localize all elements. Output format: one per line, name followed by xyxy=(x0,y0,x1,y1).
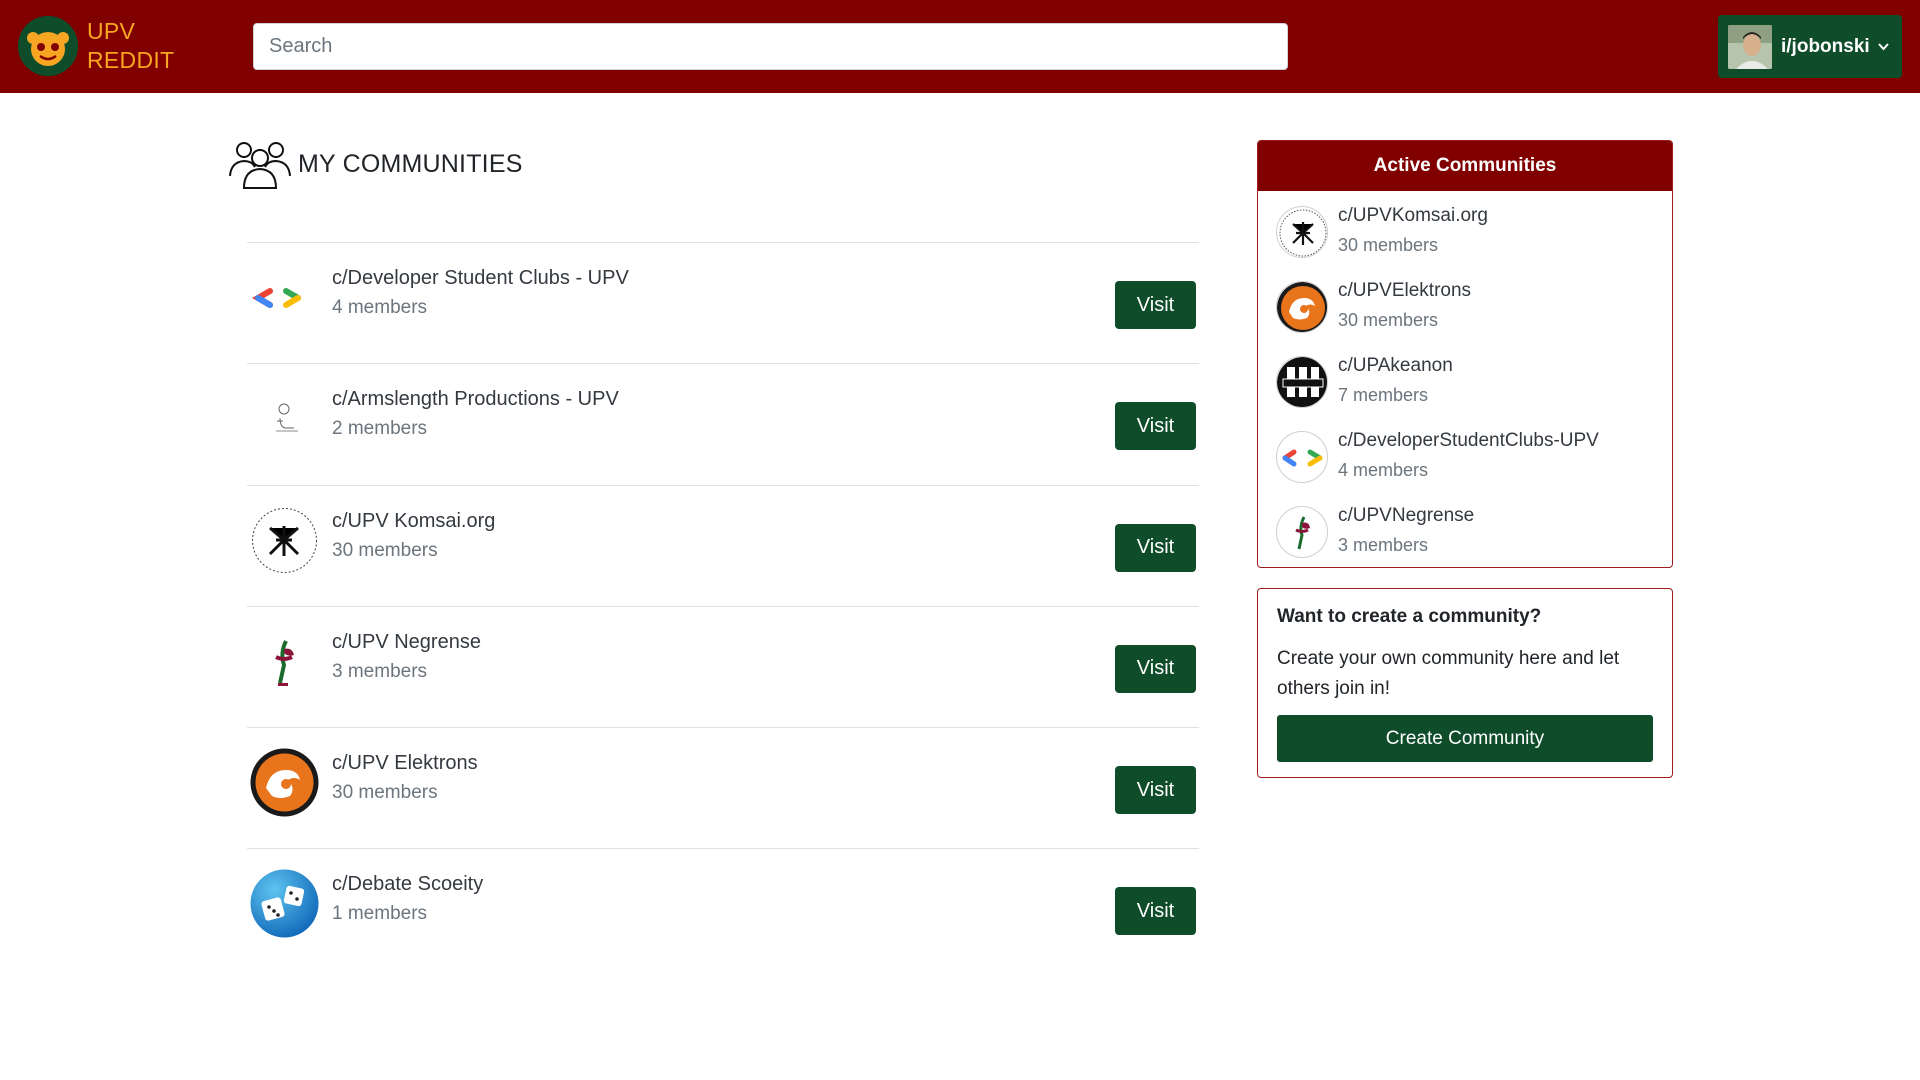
visit-button[interactable]: Visit xyxy=(1115,281,1196,329)
community-row: c/UPV Komsai.org 30 members Visit xyxy=(247,486,1199,607)
community-row: c/Debate Scoeity 1 members Visit xyxy=(247,849,1199,970)
active-community-members: 7 members xyxy=(1338,385,1429,405)
search-input[interactable] xyxy=(253,23,1288,70)
create-community-card: Want to create a community? Create your … xyxy=(1257,588,1673,778)
active-communities-card: Active Communities c/UPVKomsai.org 30 me… xyxy=(1257,140,1673,568)
active-community-members: 30 members xyxy=(1338,310,1439,330)
active-community-item[interactable]: c/UPAkeanon 7 members xyxy=(1258,341,1672,416)
community-members: 30 members xyxy=(332,782,438,804)
community-name[interactable]: c/UPV Komsai.org xyxy=(332,510,495,533)
user-avatar xyxy=(1728,24,1772,69)
visit-button[interactable]: Visit xyxy=(1115,523,1196,572)
community-members: 3 members xyxy=(332,660,428,682)
reddit-alien-logo xyxy=(18,16,78,76)
negrense-logo-icon xyxy=(1276,506,1328,558)
community-name[interactable]: c/UPV Negrense xyxy=(332,631,481,654)
dsc-logo-icon xyxy=(250,263,319,332)
create-community-text: Create your own community here and let o… xyxy=(1277,648,1620,699)
create-community-title: Want to create a community? xyxy=(1277,606,1542,627)
community-name[interactable]: c/Armslength Productions - UPV xyxy=(332,388,619,411)
active-community-members: 30 members xyxy=(1338,235,1439,255)
akeanon-logo-icon xyxy=(1276,356,1328,408)
active-community-name: c/UPVElektrons xyxy=(1338,280,1472,301)
community-row: c/UPV Elektrons 30 members Visit xyxy=(247,728,1199,850)
community-name[interactable]: c/UPV Elektrons xyxy=(332,752,478,775)
active-community-name: c/UPAkeanon xyxy=(1338,355,1453,376)
user-menu-dropdown[interactable]: i/jobonski xyxy=(1718,15,1902,78)
community-row: c/Developer Student Clubs - UPV 4 member… xyxy=(247,243,1199,365)
brand-line-2: REDDIT xyxy=(87,47,175,73)
community-list: c/Developer Student Clubs - UPV 4 member… xyxy=(247,242,1199,971)
page-title: MY COMMUNITIES xyxy=(298,149,523,178)
active-community-members: 4 members xyxy=(1338,460,1429,480)
brand-line-1: UPV xyxy=(87,18,136,44)
dice-logo-icon xyxy=(250,869,319,938)
people-group-icon xyxy=(228,138,292,190)
chevron-down-icon xyxy=(1877,42,1889,51)
elektrons-logo-icon xyxy=(250,748,319,817)
armslength-logo-icon xyxy=(250,384,319,453)
active-community-name: c/DeveloperStudentClubs-UPV xyxy=(1338,430,1599,451)
community-row: c/Armslength Productions - UPV 2 members… xyxy=(247,364,1199,486)
negrense-logo-icon xyxy=(250,627,319,696)
active-community-members: 3 members xyxy=(1338,535,1429,555)
komsai-logo-icon xyxy=(1276,206,1328,258)
community-members: 2 members xyxy=(332,418,428,440)
brand-name: UPV REDDIT xyxy=(87,17,174,75)
active-community-item[interactable]: c/UPVKomsai.org 30 members xyxy=(1258,191,1672,266)
create-community-button[interactable]: Create Community xyxy=(1277,715,1653,762)
elektrons-logo-icon xyxy=(1276,281,1328,333)
page-heading: MY COMMUNITIES xyxy=(228,138,523,190)
active-community-name: c/UPVKomsai.org xyxy=(1338,205,1488,226)
visit-button[interactable]: Visit xyxy=(1115,644,1196,693)
community-members: 30 members xyxy=(332,539,438,561)
community-name[interactable]: c/Debate Scoeity xyxy=(332,873,483,896)
community-row: c/UPV Negrense 3 members Visit xyxy=(247,607,1199,729)
username: i/jobonski xyxy=(1781,35,1870,57)
active-community-item[interactable]: c/UPVElektrons 30 members xyxy=(1258,266,1672,341)
dsc-logo-icon xyxy=(1276,431,1328,483)
brand-link[interactable]: UPV REDDIT xyxy=(18,16,174,76)
active-communities-title: Active Communities xyxy=(1258,141,1672,191)
visit-button[interactable]: Visit xyxy=(1115,402,1196,451)
active-community-item[interactable]: c/DeveloperStudentClubs-UPV 4 members xyxy=(1258,416,1672,491)
community-members: 4 members xyxy=(332,297,428,318)
active-community-name: c/UPVNegrense xyxy=(1338,505,1475,526)
visit-button[interactable]: Visit xyxy=(1115,766,1196,815)
komsai-logo-icon xyxy=(250,506,319,575)
active-community-item[interactable]: c/UPVNegrense 3 members xyxy=(1258,491,1672,566)
community-members: 1 members xyxy=(332,903,428,925)
community-name[interactable]: c/Developer Student Clubs - UPV xyxy=(332,267,629,290)
visit-button[interactable]: Visit xyxy=(1115,887,1196,936)
top-navbar: UPV REDDIT i/jobonski xyxy=(0,0,1920,93)
